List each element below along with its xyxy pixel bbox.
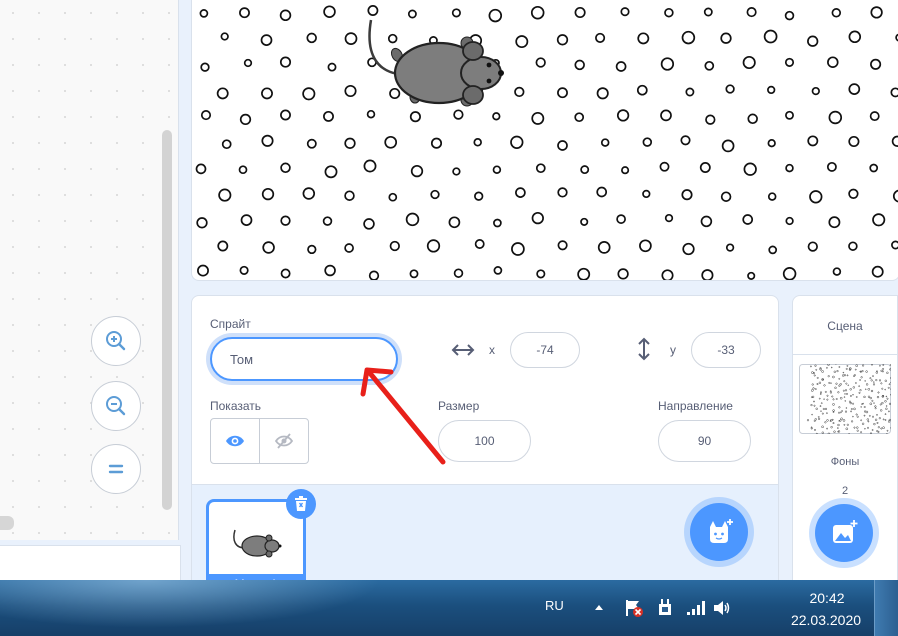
- zoom-in-button[interactable]: [91, 316, 141, 366]
- backdrop-plus-icon: [833, 520, 858, 543]
- taskbar-glow: [0, 580, 420, 636]
- hide-sprite-button[interactable]: [259, 418, 309, 464]
- delete-sprite-button[interactable]: [286, 489, 316, 519]
- y-value: -33: [717, 343, 735, 357]
- direction-label: Направление: [658, 399, 733, 413]
- show-label: Показать: [210, 399, 262, 413]
- trash-icon: [295, 496, 307, 511]
- code-area[interactable]: [0, 0, 179, 540]
- eye-crossed-icon: [274, 433, 294, 449]
- clock-time[interactable]: 20:42: [792, 590, 862, 606]
- annotation-arrow: [360, 367, 446, 465]
- x-label: x: [489, 343, 495, 357]
- sprite-label: Спрайт: [210, 317, 251, 331]
- choose-sprite-button[interactable]: [690, 503, 748, 561]
- show-sprite-button[interactable]: [210, 418, 260, 464]
- choose-backdrop-button[interactable]: [815, 504, 873, 562]
- clock-date[interactable]: 22.03.2020: [778, 612, 874, 628]
- show-desktop-button[interactable]: [874, 580, 898, 636]
- show-hidden-icons-icon[interactable]: [594, 603, 604, 611]
- stage-pane-divider: [793, 354, 897, 355]
- power-plug-icon[interactable]: [656, 597, 674, 617]
- stage-pane[interactable]: Сцена Фоны 2: [792, 295, 898, 585]
- code-area-horizontal-scrollbar[interactable]: [0, 516, 14, 530]
- x-arrow-icon: [451, 344, 475, 356]
- sprite-info-panel: Спрайт Том x -74 y -33 Показать Размер 1…: [191, 295, 779, 485]
- language-indicator[interactable]: RU: [545, 598, 564, 613]
- direction-value: 90: [697, 434, 712, 448]
- stage-thumbnail[interactable]: [799, 364, 891, 434]
- speaker-volume-icon[interactable]: [712, 599, 732, 617]
- size-value: 100: [474, 434, 495, 448]
- stage[interactable]: [191, 0, 898, 281]
- stage-pane-title: Сцена: [827, 319, 863, 333]
- equals-icon: [108, 464, 124, 474]
- x-value: -74: [536, 343, 554, 357]
- zoom-out-icon: [106, 396, 126, 416]
- zoom-in-icon: [106, 331, 126, 351]
- code-area-scrollbar[interactable]: [162, 130, 172, 510]
- cat-plus-icon: [710, 519, 733, 543]
- stage-backdrop-dots: [195, 5, 898, 280]
- eye-icon: [226, 435, 244, 447]
- y-label: y: [670, 343, 676, 357]
- sprite-name-value: Том: [230, 351, 254, 367]
- direction-input[interactable]: 90: [658, 420, 751, 462]
- y-arrow-icon: [638, 337, 650, 361]
- y-input[interactable]: -33: [691, 332, 761, 368]
- x-input[interactable]: -74: [510, 332, 580, 368]
- code-area-bottom-panel: [0, 545, 181, 581]
- sprite-thumbnail: [233, 529, 282, 558]
- mouse-sprite[interactable]: [357, 15, 517, 115]
- sprite-list: Mouse1: [191, 485, 779, 599]
- action-center-flag-icon[interactable]: [624, 598, 644, 618]
- zoom-out-button[interactable]: [91, 381, 141, 431]
- zoom-reset-button[interactable]: [91, 444, 141, 494]
- backdrops-label: Фоны: [830, 456, 860, 468]
- network-signal-icon[interactable]: [686, 600, 706, 616]
- backdrops-count: 2: [841, 485, 849, 497]
